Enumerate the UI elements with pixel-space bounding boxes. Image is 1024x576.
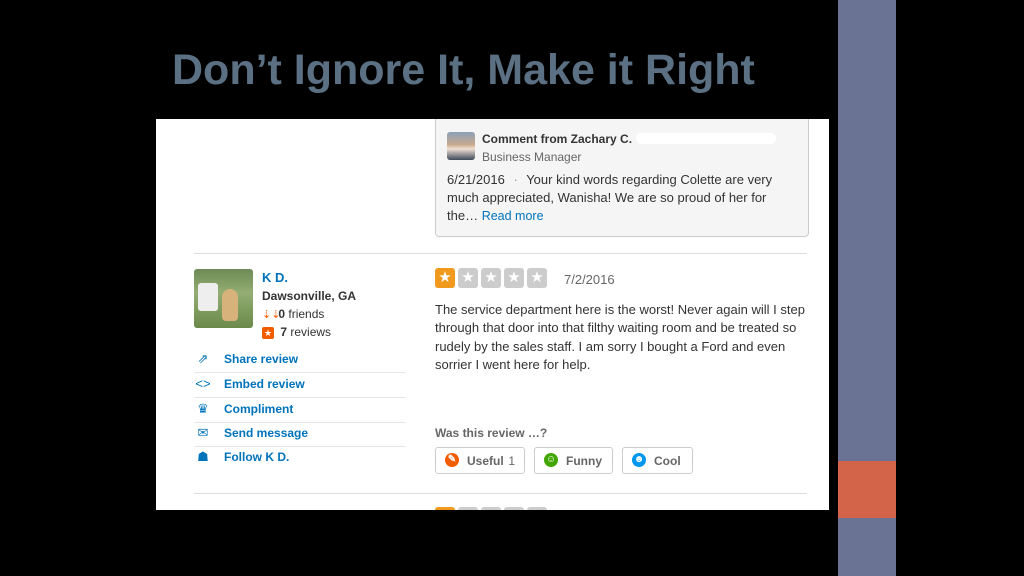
useful-icon: ✎: [445, 453, 459, 467]
star-icon: [435, 507, 455, 510]
star-icon: ★: [435, 268, 455, 288]
star-rating: ★ ★ ★ ★ ★: [435, 268, 547, 288]
follow-button[interactable]: ☗ Follow K D.: [194, 446, 406, 470]
send-message-button[interactable]: ✉ Send message: [194, 422, 406, 447]
embed-review-label: Embed review: [224, 377, 305, 391]
commenter-avatar[interactable]: [447, 132, 475, 160]
send-message-label: Send message: [224, 426, 309, 440]
share-icon: ⇗: [197, 351, 209, 366]
helpful-prompt: Was this review …?: [435, 426, 548, 440]
message-icon: ✉: [197, 425, 209, 440]
reviews-stat: ★ 7 reviews: [262, 325, 331, 339]
redaction: [636, 133, 776, 144]
compliment-button[interactable]: ♛ Compliment: [194, 398, 406, 423]
star-icon: ★: [481, 268, 501, 288]
embed-review-button[interactable]: <> Embed review: [194, 373, 406, 398]
friends-icon: ⇣⇣: [262, 309, 281, 321]
reviews-count: 7: [280, 325, 288, 339]
star-icon: ★: [504, 268, 524, 288]
star-icon: ★: [527, 268, 547, 288]
follow-label: Follow K D.: [224, 450, 290, 464]
comment-body: 6/21/2016 · Your kind words regarding Co…: [447, 171, 797, 225]
friends-label: friends: [288, 307, 325, 321]
friends-count: 0: [278, 307, 286, 321]
reviewer-location: Dawsonville, GA: [262, 289, 357, 303]
reviews-label: reviews: [290, 325, 332, 339]
avatar[interactable]: [194, 269, 253, 328]
useful-button[interactable]: ✎ Useful 1: [435, 447, 525, 474]
chair-shape: [198, 283, 218, 311]
funny-label: Funny: [566, 454, 602, 468]
next-review-stars: [435, 507, 547, 510]
star-icon: ★: [458, 268, 478, 288]
share-review-label: Share review: [224, 352, 299, 366]
divider: [194, 253, 807, 254]
slide-title: Don’t Ignore It, Make it Right: [172, 46, 755, 94]
friends-stat: ⇣⇣ 0 friends: [262, 307, 324, 321]
cool-label: Cool: [654, 454, 681, 468]
share-review-button[interactable]: ⇗ Share review: [194, 348, 406, 373]
embed-icon: <>: [195, 376, 211, 391]
cool-icon: ☻: [632, 453, 646, 467]
star-icon: [527, 507, 547, 510]
useful-count: 1: [508, 454, 515, 468]
star-icon: [504, 507, 524, 510]
comment-author[interactable]: Comment from Zachary C.: [482, 132, 632, 146]
funny-icon: ☺: [544, 453, 558, 467]
comment-date: 6/21/2016: [447, 172, 505, 187]
review-screenshot: Comment from Zachary C. Business Manager…: [156, 119, 829, 510]
star-icon: [458, 507, 478, 510]
cool-button[interactable]: ☻ Cool: [622, 447, 693, 474]
comment-separator: ·: [513, 172, 518, 187]
reviews-star-icon: ★: [262, 327, 274, 339]
compliment-icon: ♛: [197, 401, 209, 416]
funny-button[interactable]: ☺ Funny: [534, 447, 613, 474]
compliment-label: Compliment: [224, 402, 294, 416]
follow-icon: ☗: [197, 449, 209, 464]
divider: [194, 493, 807, 494]
read-more-link[interactable]: Read more: [482, 209, 544, 223]
review-date: 7/2/2016: [564, 272, 615, 287]
review-text: The service department here is the worst…: [435, 302, 805, 372]
star-icon: [481, 507, 501, 510]
comment-author-role: Business Manager: [482, 150, 582, 164]
dog-shape: [222, 289, 238, 321]
useful-label: Useful: [467, 454, 504, 468]
side-bar-accent: [838, 461, 896, 518]
owner-comment: Comment from Zachary C. Business Manager…: [435, 119, 809, 237]
reviewer-name[interactable]: K D.: [262, 270, 288, 285]
